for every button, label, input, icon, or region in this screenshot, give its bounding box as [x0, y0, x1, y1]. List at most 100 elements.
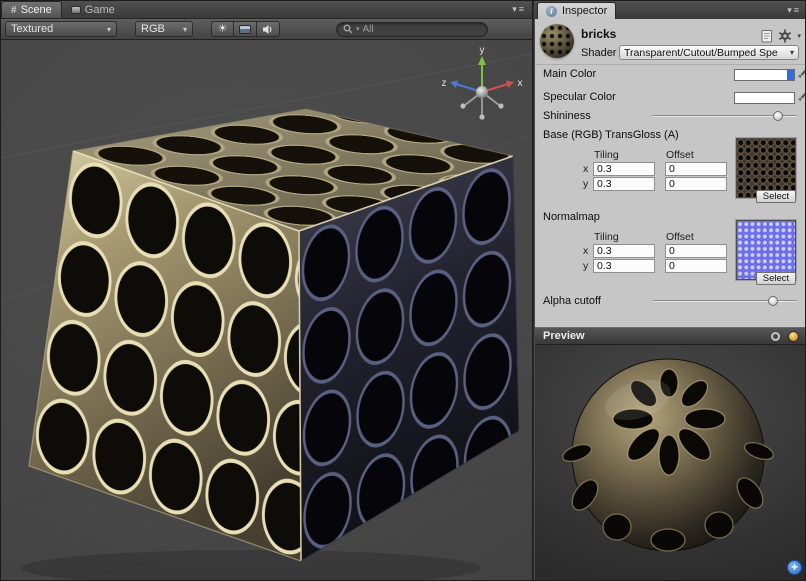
tab-scene-label: Scene	[21, 4, 52, 16]
gizmo-negative-axis-handle[interactable]	[498, 103, 503, 108]
material-header: bricks Shader Transparent/Cutout/Bumped …	[535, 19, 806, 65]
normalmap-thumbnail[interactable]	[736, 220, 796, 280]
preview-header[interactable]: Preview	[535, 327, 806, 345]
inspector-pane: i Inspector ▾≡ bricks Shader Transparent…	[535, 1, 806, 581]
normalmap-select-button[interactable]: Select	[756, 272, 796, 285]
chevron-down-icon: ▾	[790, 48, 794, 57]
normal-y-label: y	[583, 260, 588, 272]
base-x-label: x	[583, 163, 588, 175]
base-texture-select-button[interactable]: Select	[756, 190, 796, 203]
sun-icon: ☀	[218, 24, 228, 35]
specular-color-label: Specular Color	[543, 91, 616, 103]
scene-toolbar: Textured ▾ RGB ▾ ☀	[1, 19, 532, 40]
tab-inspector[interactable]: i Inspector	[537, 2, 616, 19]
shininess-slider-knob[interactable]	[773, 111, 783, 121]
chevron-down-icon: ▾	[107, 25, 111, 34]
material-sphere-icon	[540, 24, 574, 58]
scene-grid-icon: #	[11, 5, 17, 16]
gizmo-y-label: y	[480, 45, 485, 56]
chevron-down-icon: ▾	[183, 25, 187, 34]
scene-toggle-group: ☀	[211, 21, 280, 37]
inspector-panel-menu-button[interactable]: ▾≡	[781, 5, 806, 16]
preview-light-toggle-icon[interactable]	[771, 332, 780, 341]
search-icon	[343, 24, 353, 34]
inspector-icon: i	[546, 6, 557, 17]
normal-offset-x-input[interactable]	[665, 244, 727, 258]
gear-menu-arrow-icon[interactable]: ▾	[797, 32, 801, 40]
material-name: bricks	[581, 27, 616, 41]
base-tiling-header: Tiling	[594, 149, 619, 161]
gear-icon[interactable]	[778, 29, 792, 43]
menu-icon: ≡	[519, 4, 526, 14]
draw-mode-label: Textured	[11, 23, 53, 35]
material-preview-sphere[interactable]	[535, 345, 806, 581]
scene-panel-menu-button[interactable]: ▾≡	[506, 4, 532, 15]
inspector-tabstrip: i Inspector ▾≡	[535, 1, 806, 19]
normal-tiling-y-input[interactable]	[593, 259, 655, 273]
base-offset-x-input[interactable]	[665, 162, 727, 176]
base-tiling-x-input[interactable]	[593, 162, 655, 176]
alpha-cutoff-slider-knob[interactable]	[768, 296, 778, 306]
tab-game[interactable]: Game	[62, 1, 124, 18]
skybox-fx-toggle-button[interactable]	[234, 21, 257, 37]
base-offset-header: Offset	[666, 149, 694, 161]
draw-mode-dropdown[interactable]: Textured ▾	[5, 21, 117, 37]
orientation-gizmo[interactable]: y x z	[438, 44, 526, 132]
preview-body: +	[535, 345, 806, 581]
eyedropper-icon[interactable]	[797, 91, 806, 104]
search-filter-arrow-icon[interactable]: ▾	[356, 25, 360, 33]
gizmo-z-label: z	[442, 78, 447, 89]
scene-tabstrip: # Scene Game ▾≡	[1, 1, 532, 19]
shininess-slider[interactable]	[653, 110, 797, 122]
normal-tiling-header: Tiling	[594, 231, 619, 243]
gizmo-negative-axis-handle[interactable]	[460, 103, 465, 108]
shininess-label: Shininess	[543, 110, 591, 122]
add-button[interactable]: +	[787, 560, 802, 575]
normal-x-label: x	[583, 245, 588, 257]
base-offset-y-input[interactable]	[665, 177, 727, 191]
alpha-cutoff-label: Alpha cutoff	[543, 295, 601, 307]
speaker-icon	[262, 24, 274, 35]
audio-toggle-button[interactable]	[257, 21, 280, 37]
scene-viewport[interactable]: y x z	[1, 40, 532, 581]
eyedropper-icon[interactable]	[797, 68, 806, 81]
base-tiling-y-input[interactable]	[593, 177, 655, 191]
gizmo-negative-axis-handle[interactable]	[479, 114, 484, 119]
shader-dropdown[interactable]: Transparent/Cutout/Bumped Spe ▾	[619, 45, 799, 60]
material-header-icons: ▾	[761, 29, 801, 43]
bricks-cube-object[interactable]	[29, 109, 519, 561]
preview-title: Preview	[543, 330, 585, 342]
normal-offset-header: Offset	[666, 231, 694, 243]
main-color-label: Main Color	[543, 68, 596, 80]
shader-label: Shader	[581, 47, 616, 59]
color-picker-accent	[787, 70, 794, 80]
menu-icon: ≡	[794, 5, 801, 15]
tab-game-label: Game	[85, 4, 115, 16]
search-input[interactable]	[363, 24, 481, 35]
base-texture-thumbnail[interactable]	[736, 138, 796, 198]
normal-offset-y-input[interactable]	[665, 259, 727, 273]
image-icon	[239, 25, 251, 34]
tab-inspector-label: Inspector	[562, 5, 607, 17]
search-box[interactable]: ▾	[336, 22, 488, 37]
gizmo-x-label: x	[518, 78, 523, 89]
game-icon	[71, 6, 81, 14]
normalmap-label: Normalmap	[543, 211, 600, 223]
base-map-label: Base (RGB) TransGloss (A)	[543, 129, 679, 141]
tab-scene[interactable]: # Scene	[1, 1, 62, 18]
preview-options-icon[interactable]	[788, 331, 799, 342]
lighting-toggle-button[interactable]: ☀	[211, 21, 234, 37]
base-y-label: y	[583, 178, 588, 190]
render-mode-dropdown[interactable]: RGB ▾	[135, 21, 193, 37]
render-mode-label: RGB	[141, 23, 165, 35]
cube-shadow	[21, 550, 481, 581]
main-color-swatch[interactable]	[734, 69, 795, 81]
unity-editor-window: # Scene Game ▾≡ Textured ▾ RGB ▾ ☀	[0, 0, 806, 581]
gizmo-center-handle[interactable]	[476, 86, 488, 98]
alpha-cutoff-slider[interactable]	[653, 295, 797, 307]
specular-color-swatch[interactable]	[734, 92, 795, 104]
normal-tiling-x-input[interactable]	[593, 244, 655, 258]
help-doc-icon[interactable]	[761, 30, 773, 43]
scene-pane: # Scene Game ▾≡ Textured ▾ RGB ▾ ☀	[1, 1, 532, 581]
shader-value: Transparent/Cutout/Bumped Spe	[624, 47, 786, 59]
